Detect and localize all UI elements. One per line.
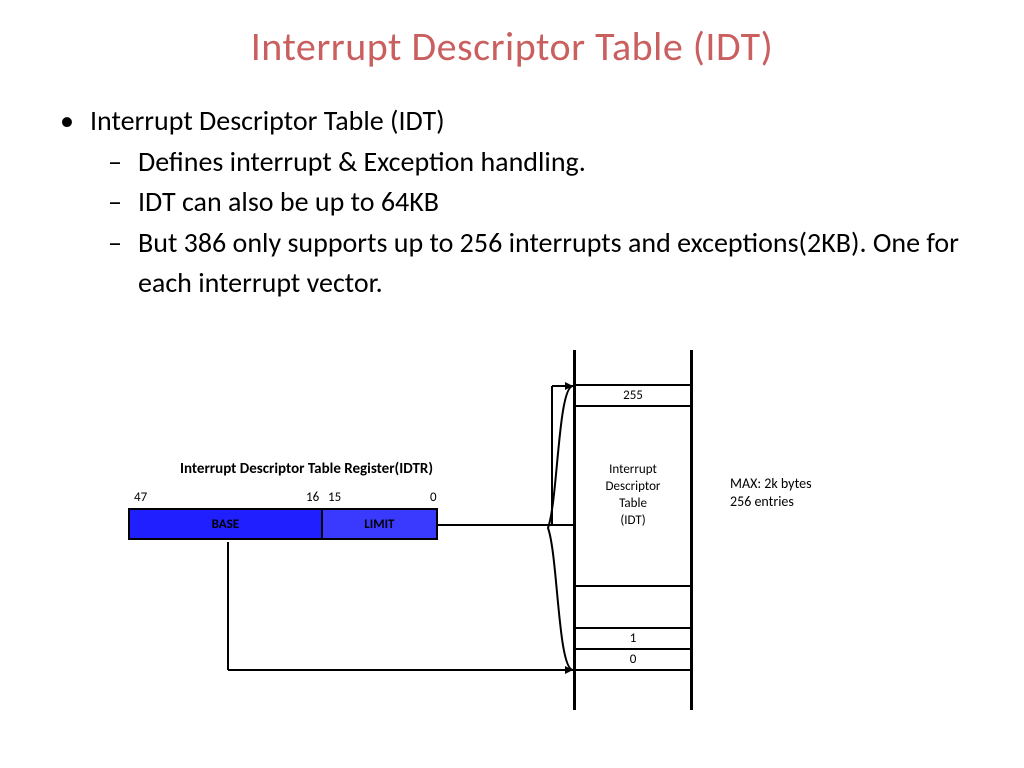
max-line1: MAX: 2k bytes	[730, 475, 812, 493]
bit-label-16: 16	[306, 490, 319, 505]
mid-line1: Interrupt	[609, 462, 657, 479]
mid-line3: Table	[619, 496, 647, 513]
mid-line4: (IDT)	[620, 513, 645, 530]
bullet-list: Interrupt Descriptor Table (IDT) Defines…	[0, 71, 1024, 304]
entry-255: 255	[576, 384, 690, 407]
idt-table: 255 Interrupt Descriptor Table (IDT) 1 0	[573, 350, 693, 710]
bullet-sub2: IDT can also be up to 64KB	[138, 182, 964, 223]
diagram: Interrupt Descriptor Table Register(IDTR…	[0, 350, 1024, 750]
bit-label-15: 15	[328, 490, 341, 505]
bullet-main: Interrupt Descriptor Table (IDT)	[90, 101, 964, 142]
idt-mid-block: Interrupt Descriptor Table (IDT)	[576, 407, 690, 587]
entry-0: 0	[576, 650, 690, 671]
bit-label-47: 47	[134, 490, 147, 505]
diagram-lines	[0, 350, 1024, 750]
bit-label-0: 0	[430, 490, 437, 505]
slide-title: Interrupt Descriptor Table (IDT)	[0, 0, 1024, 71]
idtr-register: BASE LIMIT	[128, 508, 438, 540]
register-base: BASE	[130, 510, 323, 538]
register-limit: LIMIT	[323, 510, 436, 538]
bullet-sub1: Defines interrupt & Exception handling.	[138, 142, 964, 183]
max-line2: 256 entries	[730, 493, 812, 511]
max-note: MAX: 2k bytes 256 entries	[730, 475, 812, 511]
idtr-title: Interrupt Descriptor Table Register(IDTR…	[180, 460, 433, 478]
bullet-sub3: But 386 only supports up to 256 interrup…	[138, 223, 964, 304]
mid-line2: Descriptor	[606, 479, 661, 496]
entry-1: 1	[576, 627, 690, 650]
